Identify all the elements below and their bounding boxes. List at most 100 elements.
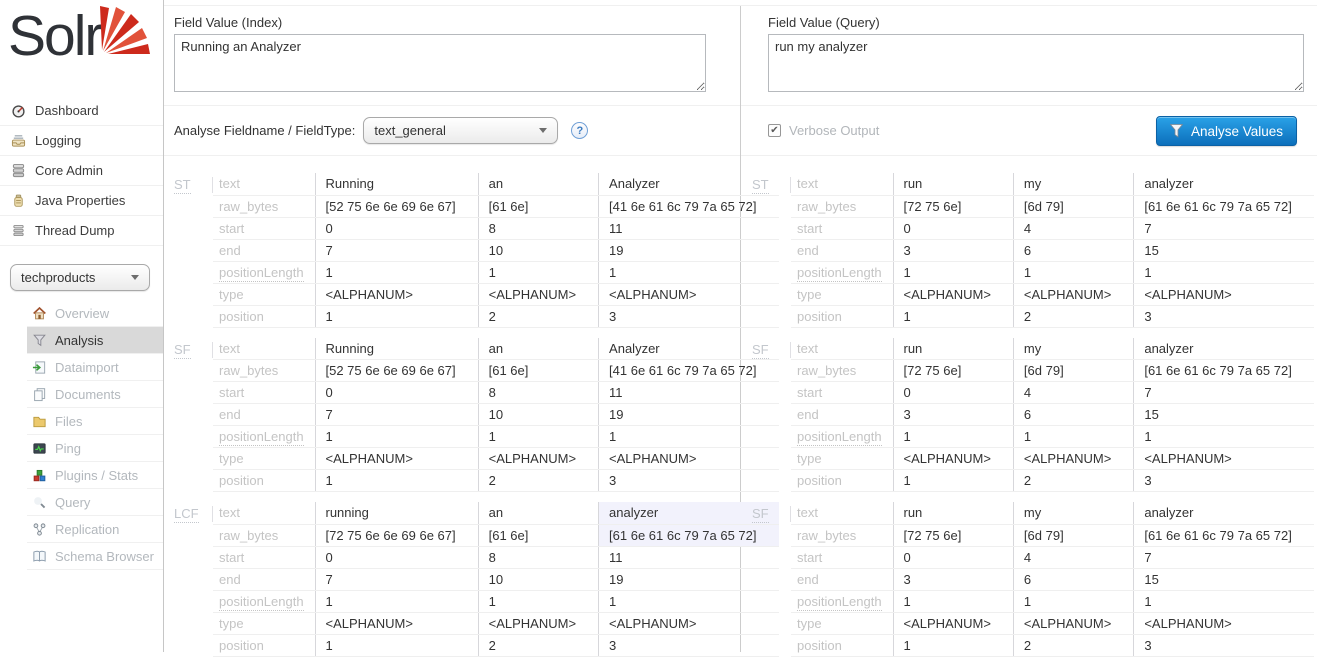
token-attribute-row: start047 (791, 382, 1314, 404)
token-raw_bytes-value: [6d 79] (1013, 360, 1133, 382)
token-position-value: 3 (1134, 634, 1314, 656)
token-raw_bytes-value: [61 6e 61 6c 79 7a 65 72] (1134, 360, 1314, 382)
analyzer-abbr-cell: SF (174, 338, 213, 493)
attribute-label-cell: position (791, 634, 893, 656)
token-type-value: <ALPHANUM> (478, 612, 598, 634)
solr-logo[interactable]: Solr (0, 0, 163, 94)
token-position-value: 1 (315, 470, 478, 492)
token-attribute-row: position123 (791, 305, 1314, 327)
token-type-value: <ALPHANUM> (1013, 612, 1133, 634)
query-field-value-input[interactable]: run my analyzer (768, 34, 1304, 92)
token-attribute-row: position123 (791, 634, 1314, 656)
fieldname-label: Analyse Fieldname / FieldType: (174, 123, 355, 138)
token-attribute-row: positionLength111 (791, 426, 1314, 448)
fieldtype-dropdown[interactable]: text_general (363, 117, 558, 144)
token-text-value: an (478, 502, 598, 524)
core-selector-value: techproducts (21, 270, 95, 285)
sidebar-item-documents[interactable]: Documents (27, 381, 163, 408)
token-attribute-row: start047 (791, 217, 1314, 239)
token-start-value: 4 (1013, 546, 1133, 568)
attribute-label-cell: text (213, 338, 315, 360)
token-start-value: 0 (315, 546, 478, 568)
token-type-value: <ALPHANUM> (315, 283, 478, 305)
token-position-value: 1 (315, 305, 478, 327)
sidebar-item-overview[interactable]: Overview (27, 300, 163, 327)
sidebar-item-thread-dump[interactable]: Thread Dump (0, 216, 163, 246)
token-type-value: <ALPHANUM> (1134, 448, 1314, 470)
token-attribute-row: end71019 (213, 404, 779, 426)
token-positionLength-value: 1 (1134, 590, 1314, 612)
core-selector-dropdown[interactable]: techproducts (10, 264, 150, 291)
token-positionLength-value: 1 (1013, 426, 1133, 448)
index-analysis-results: STtextRunninganAnalyzerraw_bytes[52 75 6… (164, 156, 740, 657)
token-start-value: 4 (1013, 217, 1133, 239)
token-start-value: 7 (1134, 217, 1314, 239)
query-field-label: Field Value (Query) (768, 15, 1304, 30)
help-icon[interactable]: ? (571, 122, 588, 139)
token-end-value: 6 (1013, 239, 1133, 261)
token-type-value: <ALPHANUM> (1134, 612, 1314, 634)
attribute-label-cell: end (791, 404, 893, 426)
sidebar-item-files[interactable]: Files (27, 408, 163, 435)
analyzer-abbreviation: LCF (174, 506, 199, 523)
token-attribute-row: type<ALPHANUM><ALPHANUM><ALPHANUM> (791, 448, 1314, 470)
sidebar-item-plugins-stats[interactable]: Plugins / Stats (27, 462, 163, 489)
sidebar-item-replication[interactable]: Replication (27, 516, 163, 543)
token-text-value: my (1013, 338, 1133, 360)
token-positionLength-value: 1 (893, 426, 1013, 448)
analyzer-abbr-cell: SF (752, 502, 791, 657)
sidebar-item-ping[interactable]: Ping (27, 435, 163, 462)
token-end-value: 3 (893, 404, 1013, 426)
analyzer-abbreviation: SF (174, 342, 191, 359)
analyse-values-button[interactable]: Analyse Values (1156, 116, 1297, 146)
attribute-label-cell: raw_bytes (213, 360, 315, 382)
sidebar-item-schema-browser[interactable]: Schema Browser (27, 543, 163, 570)
token-start-value: 0 (893, 546, 1013, 568)
sidebar-item-analysis[interactable]: Analysis (27, 327, 163, 354)
token-attribute-row: textRunninganAnalyzer (213, 173, 779, 195)
token-attribute-row: textrunmyanalyzer (791, 502, 1314, 524)
index-field-value-input[interactable]: Running an Analyzer (174, 34, 706, 92)
token-text-value: run (893, 173, 1013, 195)
attribute-label-cell: position (213, 634, 315, 656)
sidebar-item-logging[interactable]: Logging (0, 126, 163, 156)
token-raw_bytes-value: [72 75 6e] (893, 360, 1013, 382)
sidebar-item-label: Schema Browser (55, 549, 154, 564)
token-table: textrunningananalyzerraw_bytes[72 75 6e … (213, 502, 779, 657)
token-positionLength-value: 1 (315, 590, 478, 612)
thread-dump-icon (11, 223, 28, 239)
analysis-icon (32, 332, 49, 348)
token-type-value: <ALPHANUM> (893, 612, 1013, 634)
sidebar-item-java-properties[interactable]: Java Properties (0, 186, 163, 216)
analysis-section: STtextRunninganAnalyzerraw_bytes[52 75 6… (174, 173, 740, 328)
attribute-label-cell: positionLength (791, 426, 893, 448)
analysis-section: STtextrunmyanalyzerraw_bytes[72 75 6e][6… (752, 173, 1317, 328)
token-text-value: Running (315, 338, 478, 360)
replication-icon (32, 521, 49, 537)
token-start-value: 7 (1134, 546, 1314, 568)
token-raw_bytes-value: [6d 79] (1013, 195, 1133, 217)
sidebar-item-core-admin[interactable]: Core Admin (0, 156, 163, 186)
token-position-value: 2 (478, 470, 598, 492)
token-text-value: run (893, 502, 1013, 524)
token-attribute-row: type<ALPHANUM><ALPHANUM><ALPHANUM> (213, 448, 779, 470)
verbose-output-checkbox[interactable] (768, 124, 781, 137)
token-attribute-row: position123 (213, 470, 779, 492)
sidebar-item-query[interactable]: Query (27, 489, 163, 516)
plugins-icon (32, 467, 49, 483)
token-attribute-row: positionLength111 (213, 590, 779, 612)
token-position-value: 1 (893, 634, 1013, 656)
analyzer-abbr-cell: LCF (174, 502, 213, 657)
token-attribute-row: textrunningananalyzer (213, 502, 779, 524)
token-attribute-row: raw_bytes[52 75 6e 6e 69 6e 67][61 6e][4… (213, 195, 779, 217)
token-attribute-row: end3615 (791, 239, 1314, 261)
attribute-label-cell: start (791, 382, 893, 404)
token-raw_bytes-value: [61 6e 61 6c 79 7a 65 72] (1134, 524, 1314, 546)
analyzer-abbreviation: SF (752, 506, 769, 523)
attribute-label-cell: start (791, 546, 893, 568)
sidebar-item-dashboard[interactable]: Dashboard (0, 96, 163, 126)
query-icon (32, 494, 49, 510)
sidebar-item-dataimport[interactable]: Dataimport (27, 354, 163, 381)
token-attribute-row: start0811 (213, 217, 779, 239)
token-raw_bytes-value: [72 75 6e] (893, 524, 1013, 546)
